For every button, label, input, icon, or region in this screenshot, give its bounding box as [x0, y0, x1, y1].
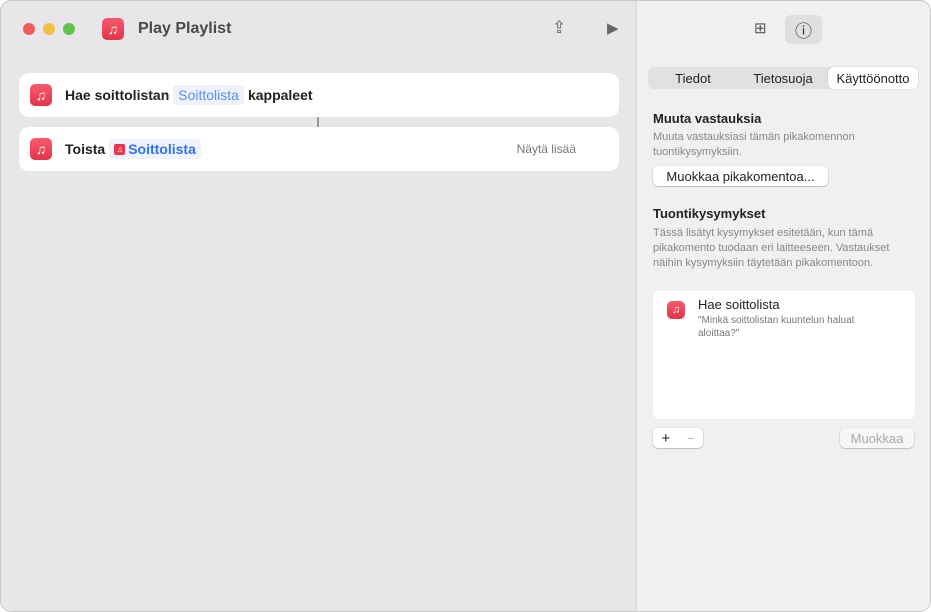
section-description: Tässä lisätyt kysymykset esitetään, kun …: [653, 227, 890, 269]
window: ♫ Play Playlist ⇪ ▶ ♫ Hae soittolistan S…: [0, 0, 931, 612]
section-title: Muuta vastauksia: [653, 111, 762, 126]
action-get-playlist[interactable]: ♫ Hae soittolistan Soittolista kappaleet: [19, 73, 619, 117]
playlist-variable-token[interactable]: ♫ Soittolista: [109, 139, 201, 159]
question-text: "Minkä soittolistan kuuntelun haluat alo…: [698, 315, 855, 339]
section-title: Tuontikysymykset: [653, 206, 766, 221]
edit-button[interactable]: Muokkaa: [840, 428, 914, 448]
question-title: Hae soittolista: [698, 297, 780, 312]
action-text: Hae soittolistan: [65, 87, 170, 103]
music-app-icon: ♫: [102, 18, 124, 40]
minimize-button[interactable]: [43, 23, 55, 35]
connector: [317, 117, 319, 127]
tab-tietosuoja[interactable]: Tietosuoja: [738, 67, 828, 89]
action-text: Toista: [65, 141, 106, 157]
add-remove-control: + −: [653, 428, 703, 448]
details-sidebar: ⊞ ⓘ Tiedot Tietosuoja Käyttöönotto Muuta…: [636, 1, 930, 611]
tab-tiedot[interactable]: Tiedot: [648, 67, 738, 89]
tab-bar: Tiedot Tietosuoja Käyttöönotto: [648, 67, 918, 89]
share-icon[interactable]: ⇪: [552, 18, 566, 38]
music-icon: ♫: [667, 301, 685, 319]
remove-button[interactable]: −: [687, 431, 695, 446]
play-icon[interactable]: ▶: [607, 19, 619, 37]
section-description: Muuta vastauksiasi tämän pikakomennon tu…: [653, 131, 855, 158]
token-label: Soittolista: [128, 141, 196, 157]
zoom-button[interactable]: [63, 23, 75, 35]
editor-pane: ♫ Play Playlist ⇪ ▶ ♫ Hae soittolistan S…: [1, 1, 636, 611]
music-icon: ♫: [114, 143, 126, 155]
add-button[interactable]: +: [661, 430, 670, 447]
tab-kayttoonotto[interactable]: Käyttöönotto: [828, 67, 918, 89]
library-add-icon[interactable]: ⊞: [754, 19, 767, 37]
playlist-token[interactable]: Soittolista: [173, 85, 244, 105]
music-icon: ♫: [30, 138, 52, 160]
close-button[interactable]: [23, 23, 35, 35]
import-questions-list: ♫ Hae soittolista "Minkä soittolistan ku…: [653, 291, 915, 419]
window-title: Play Playlist: [138, 20, 232, 37]
music-icon: ♫: [30, 84, 52, 106]
edit-shortcut-button[interactable]: Muokkaa pikakomentoa...: [653, 166, 828, 186]
action-play[interactable]: ♫ Toista ♫ Soittolista Näytä lisää: [19, 127, 619, 171]
show-more-button[interactable]: Näytä lisää: [517, 142, 576, 156]
action-text: kappaleet: [247, 87, 313, 103]
info-icon[interactable]: ⓘ: [785, 15, 822, 44]
